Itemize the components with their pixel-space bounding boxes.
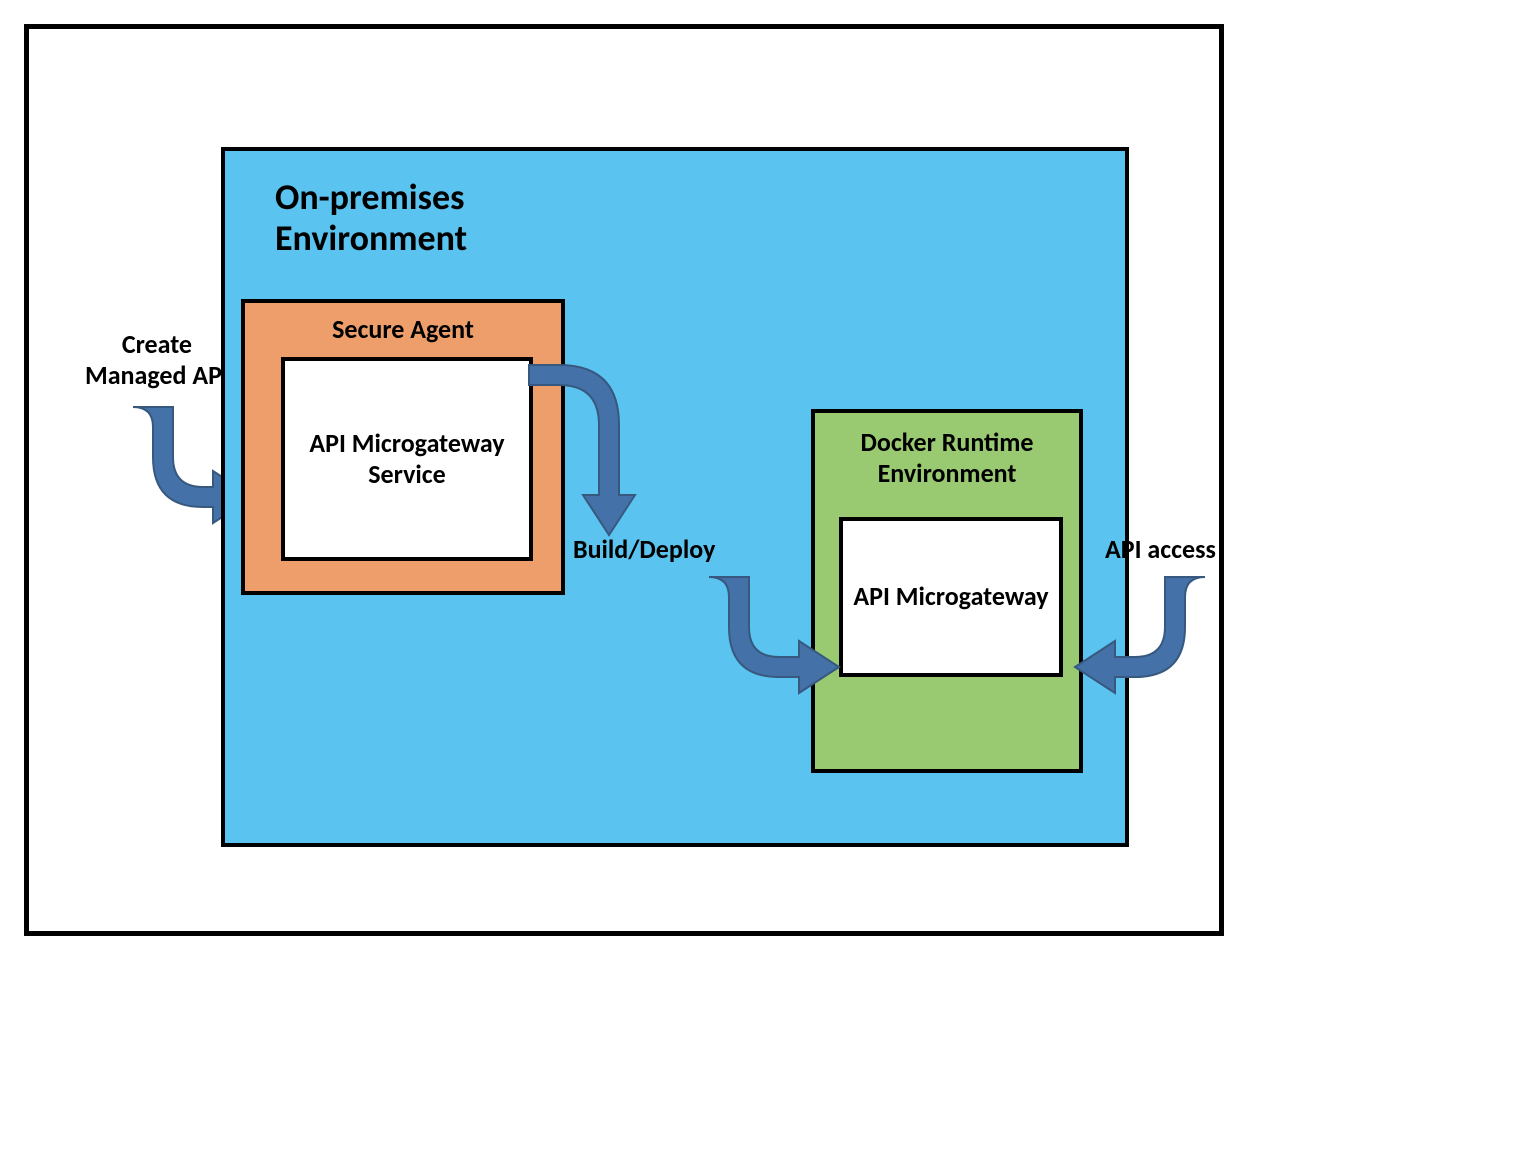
arrow-build-to-mg: [689, 577, 839, 707]
label-create-managed-api: Create Managed API: [85, 329, 229, 391]
api-microgateway-box: API Microgateway: [839, 517, 1063, 677]
onprem-environment-box: On-premises Environment Secure Agent API…: [221, 147, 1129, 847]
onprem-title: On-premises Environment: [275, 177, 467, 260]
diagram-frame: Create Managed API On-premises Environme…: [24, 24, 1224, 936]
api-microgateway-service-box: API Microgateway Service: [281, 357, 533, 561]
arrow-access-to-mg: [1075, 577, 1225, 707]
label-api-access: API access: [1105, 533, 1216, 565]
secure-agent-box: Secure Agent API Microgateway Service: [241, 299, 565, 595]
docker-title: Docker Runtime Environment: [815, 427, 1079, 489]
arrow-agent-to-build: [529, 375, 659, 545]
label-build-deploy: Build/Deploy: [573, 533, 715, 565]
secure-agent-title: Secure Agent: [245, 313, 561, 345]
docker-runtime-box: Docker Runtime Environment API Microgate…: [811, 409, 1083, 773]
